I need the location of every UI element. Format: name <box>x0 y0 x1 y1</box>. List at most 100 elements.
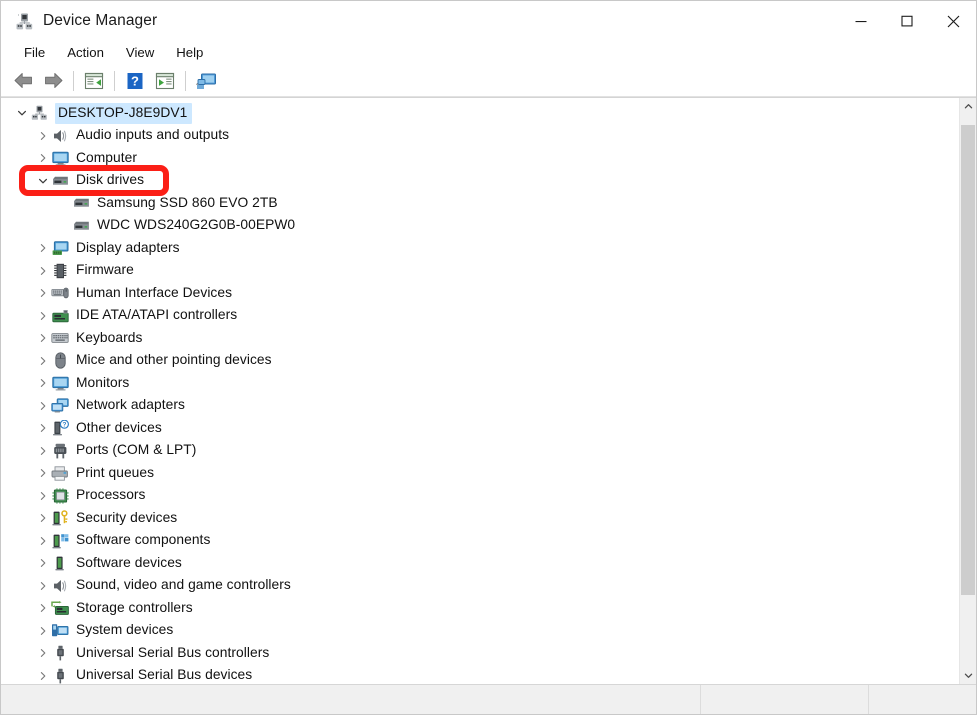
content-pane: DESKTOP-J8E9DV1 Audio inputs and outputs… <box>1 97 976 684</box>
status-pane-1 <box>1 685 701 714</box>
scan-play-window-icon <box>155 72 175 89</box>
tree-root-node[interactable]: DESKTOP-J8E9DV1 <box>1 102 959 125</box>
tree-item-print-queues[interactable]: Print queues <box>1 462 959 485</box>
chevron-right-icon[interactable] <box>34 620 51 642</box>
chevron-placeholder <box>55 215 72 237</box>
chevron-down-icon[interactable] <box>34 170 51 192</box>
close-button[interactable] <box>930 1 976 41</box>
tree-item-samsung-ssd[interactable]: Samsung SSD 860 EVO 2TB <box>1 192 959 215</box>
tree-item-universal-serial-bus-devices[interactable]: Universal Serial Bus devices <box>1 665 959 685</box>
tree-item-monitors[interactable]: Monitors <box>1 372 959 395</box>
chevron-right-icon[interactable] <box>34 552 51 574</box>
tree-item-network-adapters[interactable]: Network adapters <box>1 395 959 418</box>
security-key-icon <box>51 510 69 527</box>
tree-item-label: IDE ATA/ATAPI controllers <box>76 307 238 323</box>
vertical-scrollbar[interactable] <box>959 98 976 684</box>
show-hide-console-tree-button[interactable] <box>191 67 221 95</box>
tree-item-software-components[interactable]: Software components <box>1 530 959 553</box>
chevron-right-icon[interactable] <box>34 485 51 507</box>
chevron-right-icon[interactable] <box>34 305 51 327</box>
menu-action[interactable]: Action <box>56 43 115 63</box>
tree-item-disk-drives[interactable]: Disk drives <box>1 170 959 193</box>
tree-item-label: Firmware <box>76 262 134 278</box>
device-manager-icon <box>15 12 34 31</box>
forward-button[interactable] <box>38 67 68 95</box>
chevron-right-icon[interactable] <box>34 597 51 619</box>
chevron-right-icon[interactable] <box>34 350 51 372</box>
status-bar <box>1 684 976 714</box>
tree-item-security-devices[interactable]: Security devices <box>1 507 959 530</box>
back-button[interactable] <box>8 67 38 95</box>
chevron-right-icon[interactable] <box>34 372 51 394</box>
chevron-right-icon[interactable] <box>34 440 51 462</box>
tree-item-software-devices[interactable]: Software devices <box>1 552 959 575</box>
chevron-right-icon[interactable] <box>34 417 51 439</box>
help-button[interactable]: ? <box>120 67 150 95</box>
chevron-right-icon[interactable] <box>34 665 51 684</box>
minimize-icon <box>855 21 867 23</box>
tree-item-label: Samsung SSD 860 EVO 2TB <box>97 194 278 210</box>
tree-item-mice-and-other-pointing-devices[interactable]: Mice and other pointing devices <box>1 350 959 373</box>
tree-item-wdc-drive[interactable]: WDC WDS240G2G0B-00EPW0 <box>1 215 959 238</box>
menu-help[interactable]: Help <box>165 43 214 63</box>
chevron-right-icon[interactable] <box>34 462 51 484</box>
tree-item-other-devices[interactable]: ? Other devices <box>1 417 959 440</box>
tree-item-system-devices[interactable]: System devices <box>1 620 959 643</box>
disk-drive-icon <box>51 172 69 189</box>
tree-item-audio-inputs-and-outputs[interactable]: Audio inputs and outputs <box>1 125 959 148</box>
tree-item-label: Print queues <box>76 464 155 480</box>
menu-file[interactable]: File <box>13 43 56 63</box>
menu-view[interactable]: View <box>115 43 165 63</box>
tree-item-label: Software components <box>76 532 211 548</box>
chevron-right-icon[interactable] <box>34 237 51 259</box>
tree-item-human-interface-devices[interactable]: Human Interface Devices <box>1 282 959 305</box>
storage-controller-icon <box>51 600 69 617</box>
chevron-right-icon[interactable] <box>34 575 51 597</box>
chevron-right-icon[interactable] <box>34 260 51 282</box>
maximize-button[interactable] <box>884 1 930 41</box>
tree-item-label: Other devices <box>76 419 162 435</box>
tree-item-firmware[interactable]: Firmware <box>1 260 959 283</box>
tree-item-ide-ata-atapi-controllers[interactable]: IDE ATA/ATAPI controllers <box>1 305 959 328</box>
chevron-right-icon[interactable] <box>34 282 51 304</box>
unknown-device-icon: ? <box>51 420 69 437</box>
tree-item-display-adapters[interactable]: Display adapters <box>1 237 959 260</box>
chevron-right-icon[interactable] <box>34 530 51 552</box>
port-connector-icon <box>51 442 69 459</box>
chevron-right-icon[interactable] <box>34 125 51 147</box>
tree-item-sound-video-and-game-controllers[interactable]: Sound, video and game controllers <box>1 575 959 598</box>
chevron-right-icon[interactable] <box>34 395 51 417</box>
window-title: Device Manager <box>43 12 158 29</box>
ide-controller-icon <box>51 307 69 324</box>
chevron-right-icon[interactable] <box>34 327 51 349</box>
tree-item-processors[interactable]: Processors <box>1 485 959 508</box>
tree-item-computer[interactable]: Computer <box>1 147 959 170</box>
svg-text:?: ? <box>131 73 139 88</box>
computer-hub-icon <box>30 105 48 122</box>
chevron-right-icon[interactable] <box>34 642 51 664</box>
title-bar-left: Device Manager <box>1 12 157 31</box>
tree-item-keyboards[interactable]: Keyboards <box>1 327 959 350</box>
chevron-right-icon[interactable] <box>34 147 51 169</box>
scroll-up-button[interactable] <box>960 98 976 115</box>
scrollbar-thumb[interactable] <box>961 125 975 595</box>
scroll-down-button[interactable] <box>960 667 976 684</box>
software-device-icon <box>51 555 69 572</box>
scan-hardware-changes-button[interactable] <box>150 67 180 95</box>
device-tree[interactable]: DESKTOP-J8E9DV1 Audio inputs and outputs… <box>1 98 959 684</box>
processor-chip-icon <box>51 487 69 504</box>
forward-arrow-icon <box>44 73 62 88</box>
toolbar-separator <box>73 70 74 91</box>
status-pane-2 <box>701 685 869 714</box>
tree-item-universal-serial-bus-controllers[interactable]: Universal Serial Bus controllers <box>1 642 959 665</box>
minimize-button[interactable] <box>838 1 884 41</box>
chevron-right-icon[interactable] <box>34 507 51 529</box>
tree-item-ports-com-lpt[interactable]: Ports (COM & LPT) <box>1 440 959 463</box>
chevron-down-icon[interactable] <box>13 102 30 124</box>
tree-item-label: Software devices <box>76 554 182 570</box>
scrollbar-track[interactable] <box>960 115 976 667</box>
tree-item-label: Disk drives <box>76 172 145 188</box>
tree-item-storage-controllers[interactable]: Storage controllers <box>1 597 959 620</box>
mouse-icon <box>51 352 69 369</box>
properties-button[interactable] <box>79 67 109 95</box>
